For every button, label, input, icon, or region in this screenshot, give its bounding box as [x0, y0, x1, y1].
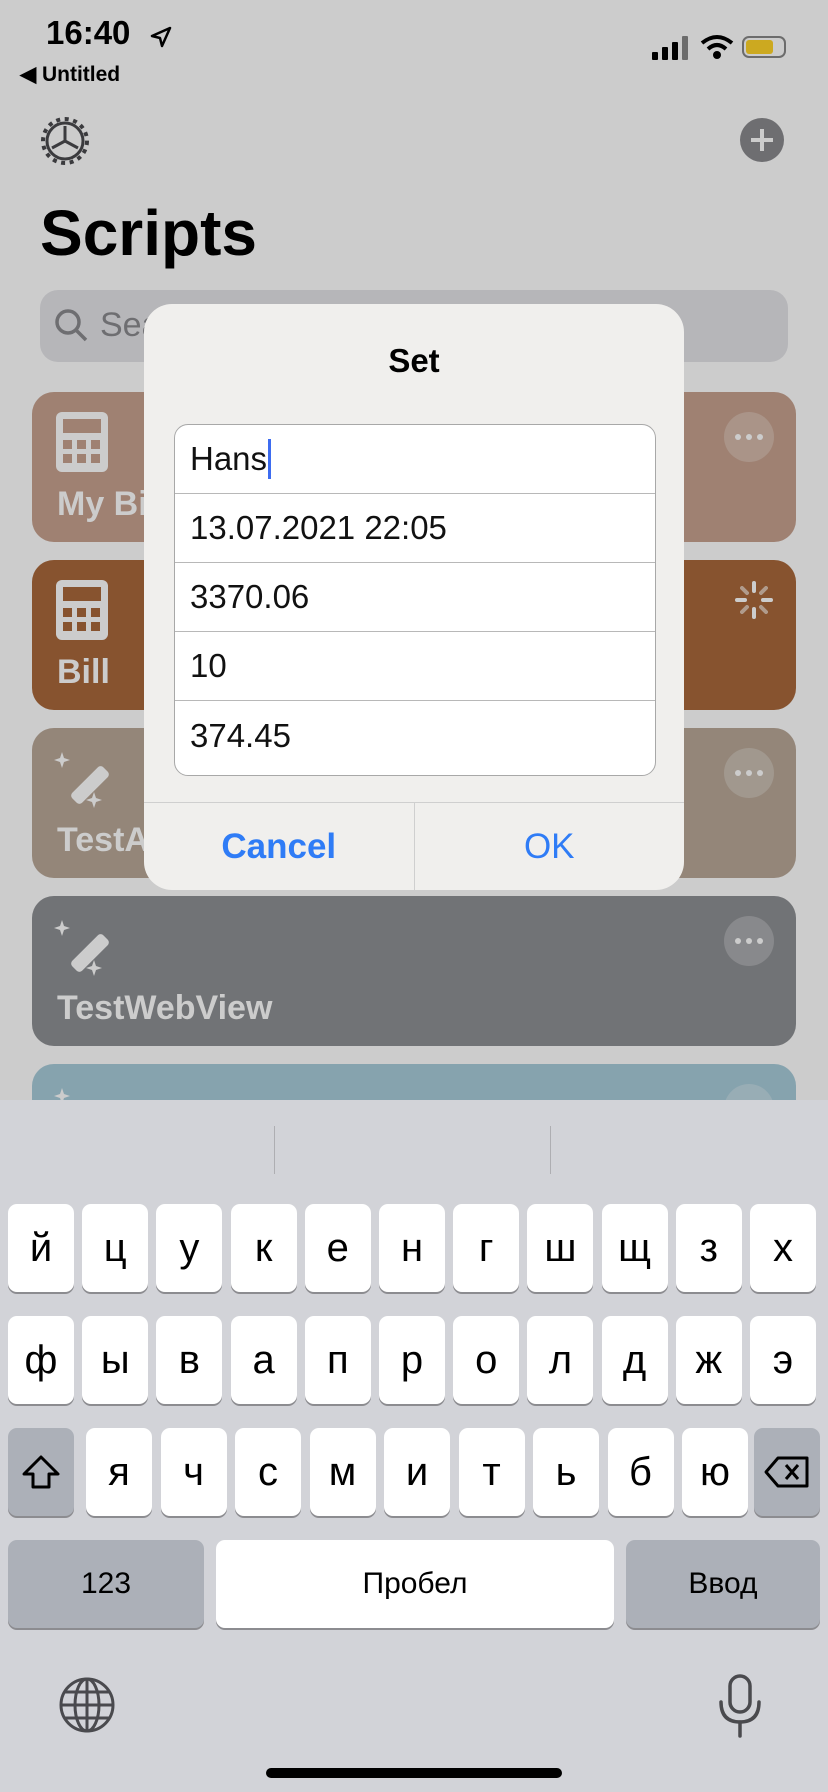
letter-key[interactable]: б	[607, 1428, 674, 1516]
letter-key[interactable]: м	[309, 1428, 376, 1516]
backspace-icon	[764, 1456, 809, 1488]
suggestion-divider	[274, 1126, 275, 1174]
letter-key[interactable]: ь	[533, 1428, 599, 1516]
keyboard: йцукенгшщзх фывапролджэ ячсмитьбю 123 Пр…	[0, 1100, 828, 1792]
shift-key[interactable]	[8, 1428, 74, 1516]
shift-icon	[22, 1455, 60, 1489]
text-field[interactable]: 374.45	[175, 701, 655, 770]
letter-key[interactable]: ч	[160, 1428, 227, 1516]
field-value: 3370.06	[190, 578, 310, 615]
field-value: 374.45	[190, 716, 291, 754]
numbers-key[interactable]: 123	[8, 1540, 204, 1628]
field-value: 10	[190, 647, 227, 684]
letter-key[interactable]: к	[230, 1204, 297, 1292]
alert-dialog: Set Hans 13.07.2021 22:05 3370.06 10 374…	[144, 304, 684, 890]
delete-key[interactable]	[754, 1428, 820, 1516]
letter-key[interactable]: п	[304, 1316, 371, 1404]
letter-key[interactable]: н	[379, 1204, 445, 1292]
letter-key[interactable]: х	[750, 1204, 816, 1292]
microphone-icon[interactable]	[716, 1674, 764, 1738]
letter-key[interactable]: л	[527, 1316, 594, 1404]
scripts-app: 16:40 ◀ Untitled Scripts Search	[0, 0, 828, 1214]
letter-key[interactable]: т	[458, 1428, 525, 1516]
globe-icon[interactable]	[58, 1676, 116, 1734]
text-field[interactable]: 13.07.2021 22:05	[175, 494, 655, 563]
letter-key[interactable]: ф	[8, 1316, 74, 1404]
text-field[interactable]: 10	[175, 632, 655, 701]
dialog-title: Set	[388, 342, 440, 379]
letter-key[interactable]: и	[384, 1428, 450, 1516]
dialog-buttons: Cancel OK	[144, 802, 684, 890]
letter-key[interactable]: э	[750, 1316, 816, 1404]
suggestion-divider	[550, 1126, 551, 1174]
letter-key[interactable]: ю	[682, 1428, 748, 1516]
letter-key[interactable]: ц	[82, 1204, 149, 1292]
return-key[interactable]: Ввод	[626, 1540, 820, 1628]
letter-key[interactable]: а	[230, 1316, 297, 1404]
dialog-fields: Hans 13.07.2021 22:05 3370.06 10 374.45	[174, 424, 656, 776]
letter-key[interactable]: в	[156, 1316, 223, 1404]
text-field[interactable]: 3370.06	[175, 563, 655, 632]
ok-button[interactable]: OK	[415, 803, 685, 890]
letter-key[interactable]: ж	[675, 1316, 742, 1404]
letter-key[interactable]: о	[453, 1316, 520, 1404]
letter-key[interactable]: р	[379, 1316, 445, 1404]
letter-key[interactable]: г	[453, 1204, 520, 1292]
cancel-button[interactable]: Cancel	[144, 803, 415, 890]
field-value: Hans	[190, 440, 268, 477]
letter-key[interactable]: з	[675, 1204, 742, 1292]
letter-key[interactable]: щ	[601, 1204, 668, 1292]
letter-key[interactable]: ы	[82, 1316, 149, 1404]
text-field[interactable]: Hans	[175, 425, 655, 494]
letter-key[interactable]: у	[156, 1204, 223, 1292]
letter-key[interactable]: ш	[527, 1204, 594, 1292]
letter-key[interactable]: й	[8, 1204, 74, 1292]
letter-key[interactable]: я	[86, 1428, 152, 1516]
letter-key[interactable]: д	[601, 1316, 668, 1404]
home-indicator	[266, 1768, 562, 1778]
letter-key[interactable]: е	[304, 1204, 371, 1292]
space-key[interactable]: Пробел	[216, 1540, 614, 1628]
text-cursor	[268, 439, 272, 479]
letter-key[interactable]: с	[235, 1428, 301, 1516]
field-value: 13.07.2021 22:05	[190, 509, 447, 546]
